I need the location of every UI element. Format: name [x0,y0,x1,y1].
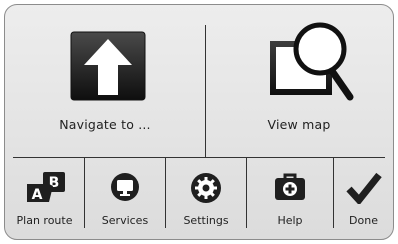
help-label: Help [277,214,303,227]
checkmark-icon [345,172,382,204]
navigate-arrow-icon [70,31,146,101]
services-label: Services [101,214,149,227]
vertical-divider [205,25,206,157]
done-label: Done [349,214,378,227]
navigate-to-label: Navigate to ... [59,117,151,132]
monitor-icon [111,173,139,201]
plan-route-button[interactable]: B A Plan route [5,158,84,239]
navigate-to-button[interactable]: Navigate to ... [5,5,205,157]
settings-button[interactable]: Settings [166,158,246,239]
first-aid-kit-icon [275,173,305,200]
plan-route-label: Plan route [16,214,73,227]
svg-text:A: A [31,187,42,203]
view-map-button[interactable]: View map [205,5,393,157]
view-map-label: View map [267,117,331,132]
plan-route-icon: B A [26,172,65,203]
help-button[interactable]: Help [247,158,333,239]
services-button[interactable]: Services [85,158,165,239]
magnifier-map-icon [270,22,354,101]
settings-label: Settings [183,214,229,227]
done-button[interactable]: Done [334,158,393,239]
gear-icon [191,173,221,203]
main-menu-panel: Navigate to ... View map B A Plan route … [4,4,394,240]
